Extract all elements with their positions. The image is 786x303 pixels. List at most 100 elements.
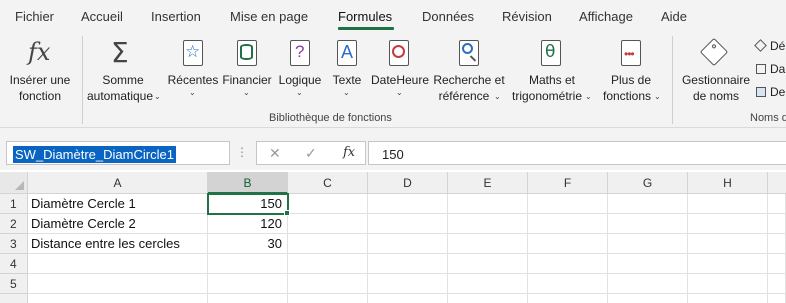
column-header-c[interactable]: C [288, 172, 368, 194]
cell-i1[interactable] [768, 194, 786, 214]
cell-b6[interactable] [208, 294, 288, 303]
cell-h6[interactable] [688, 294, 768, 303]
cell-h5[interactable] [688, 274, 768, 294]
column-header-d[interactable]: D [368, 172, 448, 194]
cell-f2[interactable] [528, 214, 608, 234]
row-header-1[interactable]: 1 [0, 194, 28, 214]
cell-b4[interactable] [208, 254, 288, 274]
row-header-4[interactable]: 4 [0, 254, 28, 274]
cell-c2[interactable] [288, 214, 368, 234]
cell-c3[interactable] [288, 234, 368, 254]
cell-b3[interactable]: 30 [208, 234, 288, 254]
cell-i5[interactable] [768, 274, 786, 294]
insert-function-icon[interactable]: fx [343, 145, 355, 160]
math-button[interactable]: θ Maths et trigonométrie ⌄ [508, 36, 596, 108]
logical-button[interactable]: ? Logique ⌄ [274, 36, 326, 108]
cell-f5[interactable] [528, 274, 608, 294]
cell-h4[interactable] [688, 254, 768, 274]
more-functions-button[interactable]: ••• Plus de fonctions ⌄ [598, 36, 664, 108]
cell-i3[interactable] [768, 234, 786, 254]
cell-d1[interactable] [368, 194, 448, 214]
lookup-button[interactable]: Recherche et référence ⌄ [432, 36, 506, 108]
cell-d2[interactable] [368, 214, 448, 234]
tab-donnees[interactable]: Données [422, 9, 474, 24]
cell-g3[interactable] [608, 234, 688, 254]
cell-i2[interactable] [768, 214, 786, 234]
tab-insertion[interactable]: Insertion [151, 9, 201, 24]
cell-f1[interactable] [528, 194, 608, 214]
cell-g1[interactable] [608, 194, 688, 214]
cell-f3[interactable] [528, 234, 608, 254]
cell-d6[interactable] [368, 294, 448, 303]
cell-a3[interactable]: Distance entre les cercles [28, 234, 208, 254]
tab-mise-en-page[interactable]: Mise en page [230, 9, 308, 24]
cell-a6[interactable] [28, 294, 208, 303]
row-header-6[interactable] [0, 294, 28, 303]
enter-icon[interactable]: ✓ [305, 145, 317, 162]
cell-e5[interactable] [448, 274, 528, 294]
column-header-f[interactable]: F [528, 172, 608, 194]
tab-accueil[interactable]: Accueil [81, 9, 123, 24]
tab-fichier[interactable]: Fichier [15, 9, 54, 24]
use-in-formula-button[interactable]: Da [756, 61, 786, 79]
column-header-e[interactable]: E [448, 172, 528, 194]
cell-g5[interactable] [608, 274, 688, 294]
tab-formules[interactable]: Formules [338, 9, 392, 24]
select-all-button[interactable] [0, 172, 28, 194]
cell-d4[interactable] [368, 254, 448, 274]
row-header-2[interactable]: 2 [0, 214, 28, 234]
name-manager-button[interactable]: Gestionnaire de noms [678, 36, 754, 108]
column-header-g[interactable]: G [608, 172, 688, 194]
cell-b1[interactable]: 150 [208, 194, 288, 214]
cell-h1[interactable] [688, 194, 768, 214]
tab-affichage[interactable]: Affichage [579, 9, 633, 24]
cell-e6[interactable] [448, 294, 528, 303]
column-header-a[interactable]: A [28, 172, 208, 194]
define-name-button[interactable]: Dé [754, 38, 786, 56]
cell-g2[interactable] [608, 214, 688, 234]
financial-button[interactable]: Financier ⌄ [220, 36, 274, 108]
cell-c1[interactable] [288, 194, 368, 214]
autosum-button[interactable]: Σ Somme automatique ⌄ [82, 36, 164, 108]
tab-aide[interactable]: Aide [661, 9, 687, 24]
cell-f6[interactable] [528, 294, 608, 303]
cell-b5[interactable] [208, 274, 288, 294]
cell-a5[interactable] [28, 274, 208, 294]
cell-e2[interactable] [448, 214, 528, 234]
cell-g4[interactable] [608, 254, 688, 274]
column-header-h[interactable]: H [688, 172, 768, 194]
cell-f4[interactable] [528, 254, 608, 274]
cancel-icon[interactable]: ✕ [269, 145, 281, 162]
cell-c6[interactable] [288, 294, 368, 303]
cell-a1[interactable]: Diamètre Cercle 1 [28, 194, 208, 214]
cell-d3[interactable] [368, 234, 448, 254]
cell-a4[interactable] [28, 254, 208, 274]
cell-c5[interactable] [288, 274, 368, 294]
fill-handle[interactable] [284, 210, 290, 216]
insert-function-button[interactable]: fx Insérer une fonction [4, 36, 76, 108]
cell-e1[interactable] [448, 194, 528, 214]
cell-h2[interactable] [688, 214, 768, 234]
column-header-i[interactable] [768, 172, 786, 194]
cell-e4[interactable] [448, 254, 528, 274]
resize-handle-icon[interactable]: ⋮ [236, 145, 248, 159]
row-header-3[interactable]: 3 [0, 234, 28, 254]
cell-c4[interactable] [288, 254, 368, 274]
name-box[interactable]: SW_Diamètre_DiamCircle1 [6, 141, 230, 165]
column-header-b[interactable]: B [208, 172, 288, 194]
tab-revision[interactable]: Révision [502, 9, 552, 24]
datetime-button[interactable]: DateHeure ⌄ [368, 36, 432, 108]
text-button[interactable]: A Texte ⌄ [328, 36, 366, 108]
cell-h3[interactable] [688, 234, 768, 254]
cell-i4[interactable] [768, 254, 786, 274]
formula-input[interactable]: 150 [368, 141, 786, 165]
recent-button[interactable]: ☆ Récentes ⌄ [166, 36, 220, 108]
cell-b2[interactable]: 120 [208, 214, 288, 234]
create-from-selection-button[interactable]: De [756, 84, 786, 102]
row-header-5[interactable]: 5 [0, 274, 28, 294]
cell-e3[interactable] [448, 234, 528, 254]
cell-g6[interactable] [608, 294, 688, 303]
cell-d5[interactable] [368, 274, 448, 294]
cell-i6[interactable] [768, 294, 786, 303]
cell-a2[interactable]: Diamètre Cercle 2 [28, 214, 208, 234]
